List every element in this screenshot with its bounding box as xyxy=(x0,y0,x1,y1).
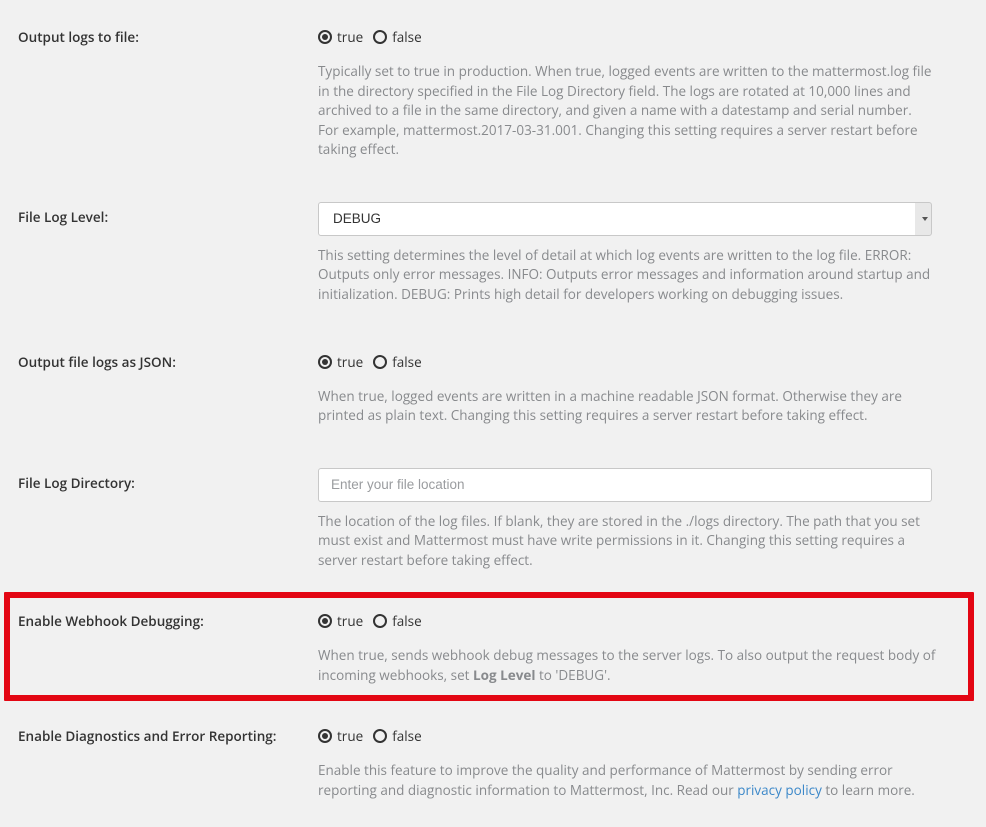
radio-icon xyxy=(318,355,332,369)
setting-diagnostics: Enable Diagnostics and Error Reporting: … xyxy=(0,713,986,806)
diagnostics-label: Enable Diagnostics and Error Reporting: xyxy=(18,721,318,800)
file-log-level-control: DEBUG This setting determines the level … xyxy=(318,202,968,305)
option-false-label: false xyxy=(392,353,421,371)
radio-icon xyxy=(318,729,332,743)
output-json-label: Output file logs as JSON: xyxy=(18,347,318,426)
output-json-true[interactable]: true xyxy=(318,353,363,371)
webhook-debug-radio-group: true false xyxy=(318,606,948,636)
setting-webhook-debug: Enable Webhook Debugging: true false Whe… xyxy=(10,598,968,695)
output-logs-to-file-false[interactable]: false xyxy=(373,28,421,46)
output-json-false[interactable]: false xyxy=(373,353,421,371)
diagnostics-true[interactable]: true xyxy=(318,727,363,745)
radio-icon xyxy=(373,614,387,628)
file-log-level-help: This setting determines the level of det… xyxy=(318,236,932,305)
diagnostics-help: Enable this feature to improve the quali… xyxy=(318,751,932,800)
output-json-control: true false When true, logged events are … xyxy=(318,347,968,426)
file-log-level-label: File Log Level: xyxy=(18,202,318,305)
webhook-debugging-highlight: Enable Webhook Debugging: true false Whe… xyxy=(4,592,974,701)
file-log-level-select-wrap: DEBUG xyxy=(318,202,932,236)
file-log-dir-help: The location of the log files. If blank,… xyxy=(318,502,932,571)
radio-icon xyxy=(373,355,387,369)
option-true-label: true xyxy=(337,612,363,630)
webhook-debug-label: Enable Webhook Debugging: xyxy=(18,606,318,685)
option-false-label: false xyxy=(392,727,421,745)
setting-output-json: Output file logs as JSON: true false Whe… xyxy=(0,339,986,432)
file-log-dir-control: The location of the log files. If blank,… xyxy=(318,468,968,571)
radio-icon xyxy=(373,30,387,44)
setting-file-log-dir: File Log Directory: The location of the … xyxy=(0,460,986,577)
webhook-debug-control: true false When true, sends webhook debu… xyxy=(318,606,960,685)
output-logs-to-file-help: Typically set to true in production. Whe… xyxy=(318,52,932,160)
output-json-help: When true, logged events are written in … xyxy=(318,377,932,426)
diagnostics-help-post: to learn more. xyxy=(822,781,915,799)
diagnostics-control: true false Enable this feature to improv… xyxy=(318,721,968,800)
privacy-policy-link[interactable]: privacy policy xyxy=(737,781,822,799)
option-true-label: true xyxy=(337,727,363,745)
output-logs-to-file-radio-group: true false xyxy=(318,22,932,52)
output-json-radio-group: true false xyxy=(318,347,932,377)
webhook-debug-false[interactable]: false xyxy=(373,612,421,630)
radio-icon xyxy=(318,614,332,628)
output-logs-to-file-label: Output logs to file: xyxy=(18,22,318,160)
option-true-label: true xyxy=(337,353,363,371)
option-false-label: false xyxy=(392,612,421,630)
setting-output-logs-to-file: Output logs to file: true false Typicall… xyxy=(0,14,986,166)
setting-file-log-level: File Log Level: DEBUG This setting deter… xyxy=(0,194,986,311)
diagnostics-radio-group: true false xyxy=(318,721,932,751)
option-true-label: true xyxy=(337,28,363,46)
webhook-debug-help: When true, sends webhook debug messages … xyxy=(318,636,948,685)
webhook-debug-help-post: to 'DEBUG'. xyxy=(535,666,610,684)
webhook-debug-true[interactable]: true xyxy=(318,612,363,630)
file-log-level-select[interactable]: DEBUG xyxy=(318,202,932,236)
file-log-dir-label: File Log Directory: xyxy=(18,468,318,571)
webhook-debug-help-pre: When true, sends webhook debug messages … xyxy=(318,646,935,684)
radio-icon xyxy=(318,30,332,44)
file-log-dir-input[interactable] xyxy=(318,468,932,502)
option-false-label: false xyxy=(392,28,421,46)
output-logs-to-file-control: true false Typically set to true in prod… xyxy=(318,22,968,160)
output-logs-to-file-true[interactable]: true xyxy=(318,28,363,46)
diagnostics-false[interactable]: false xyxy=(373,727,421,745)
webhook-debug-help-bold: Log Level xyxy=(473,666,536,684)
radio-icon xyxy=(373,729,387,743)
